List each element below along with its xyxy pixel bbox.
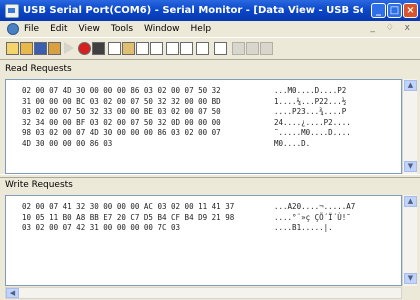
new-icon[interactable] bbox=[6, 42, 19, 55]
menu-help[interactable]: Help bbox=[191, 24, 212, 34]
read-ascii-row: 24....¿....P2.... bbox=[274, 117, 351, 127]
monitor-icon[interactable] bbox=[196, 42, 209, 55]
read-hex-row: 02 00 07 4D 30 00 00 00 86 03 02 00 07 5… bbox=[22, 86, 221, 95]
toolbar bbox=[0, 37, 420, 60]
write-ascii-row: ...A20....¬.....A7 bbox=[274, 202, 356, 211]
save-icon[interactable] bbox=[34, 42, 47, 55]
tool-c-icon[interactable] bbox=[260, 42, 273, 55]
settings-icon[interactable] bbox=[48, 42, 61, 55]
read-vertical-scrollbar[interactable]: ▲ ▼ bbox=[402, 79, 417, 174]
read-hex-row: 31 00 00 00 BC 03 02 00 07 50 32 32 00 0… bbox=[22, 96, 221, 106]
document-icon[interactable] bbox=[7, 23, 19, 35]
read-ascii-row: ....P23...¾....P bbox=[274, 107, 347, 116]
menu-edit[interactable]: Edit bbox=[50, 24, 67, 34]
paste-icon[interactable] bbox=[122, 42, 135, 55]
tool-a-icon[interactable] bbox=[232, 42, 245, 55]
minimize-button[interactable]: _ bbox=[371, 3, 386, 18]
title-bar[interactable]: USB Serial Port(COM6) - Serial Monitor -… bbox=[0, 0, 420, 21]
read-requests-view[interactable]: 02 00 07 4D 30 00 00 00 86 03 02 00 07 5… bbox=[5, 79, 402, 174]
read-hex-row: 4D 30 00 00 00 86 03 bbox=[22, 138, 113, 148]
read-requests-label: Read Requests bbox=[0, 62, 420, 77]
app-icon[interactable] bbox=[5, 3, 19, 18]
maximize-button[interactable]: □ bbox=[387, 3, 402, 18]
scroll-down-arrow-icon[interactable]: ▼ bbox=[404, 273, 417, 284]
write-ascii-row: ....°¨»ç ÇÕ´Ï´Ù!˜ bbox=[274, 212, 351, 222]
play-icon[interactable] bbox=[64, 42, 74, 54]
copy-icon[interactable] bbox=[108, 42, 121, 55]
close-button[interactable]: × bbox=[403, 3, 418, 18]
read-ascii-row: ˜.....M0....D.... bbox=[274, 128, 351, 137]
scroll-down-arrow-icon[interactable]: ▼ bbox=[404, 161, 417, 172]
read-ascii-row: ...M0....D....P2 bbox=[274, 86, 347, 95]
view-icon[interactable] bbox=[166, 42, 179, 55]
horizontal-scrollbar[interactable]: ◀ bbox=[5, 287, 402, 299]
read-hex-row: 03 02 00 07 50 32 33 00 00 BE 03 02 00 0… bbox=[22, 107, 221, 116]
scroll-left-arrow-icon[interactable]: ◀ bbox=[6, 288, 19, 298]
read-ascii-row: 1....¼...P22...½ bbox=[274, 96, 347, 106]
write-hex-row: 03 02 00 07 42 31 00 00 00 00 7C 03 bbox=[22, 223, 181, 232]
find-icon[interactable] bbox=[136, 42, 149, 55]
open-icon[interactable] bbox=[20, 42, 33, 55]
window-title: USB Serial Port(COM6) - Serial Monitor -… bbox=[23, 5, 363, 16]
filter-icon[interactable] bbox=[150, 42, 163, 55]
chat-icon[interactable] bbox=[214, 42, 227, 55]
menu-tools[interactable]: Tools bbox=[111, 24, 133, 34]
scroll-up-arrow-icon[interactable]: ▲ bbox=[404, 196, 417, 207]
write-ascii-row: ....B1.....|. bbox=[274, 223, 333, 232]
record-icon[interactable] bbox=[78, 42, 91, 55]
read-hex-row: 98 03 02 00 07 4D 30 00 00 00 86 03 02 0… bbox=[22, 128, 221, 137]
read-hex-row: 32 34 00 00 BF 03 02 00 07 50 32 0D 00 0… bbox=[22, 117, 221, 127]
write-vertical-scrollbar[interactable]: ▲ ▼ bbox=[402, 195, 417, 286]
menu-view[interactable]: View bbox=[79, 24, 100, 34]
write-requests-view[interactable]: 02 00 07 41 32 30 00 00 00 AC 03 02 00 1… bbox=[5, 195, 402, 286]
log-icon[interactable] bbox=[180, 42, 193, 55]
menu-file[interactable]: File bbox=[24, 24, 39, 34]
scroll-up-arrow-icon[interactable]: ▲ bbox=[404, 80, 417, 91]
menu-window[interactable]: Window bbox=[144, 24, 180, 34]
read-ascii-row: M0....D. bbox=[274, 138, 311, 148]
stop-icon[interactable] bbox=[92, 42, 105, 55]
tool-b-icon[interactable] bbox=[246, 42, 259, 55]
write-hex-row: 10 05 11 B0 A8 BB E7 20 C7 D5 B4 CF B4 D… bbox=[22, 212, 235, 222]
write-requests-label: Write Requests bbox=[0, 178, 420, 193]
write-hex-row: 02 00 07 41 32 30 00 00 00 AC 03 02 00 1… bbox=[22, 202, 235, 211]
menu-bar: File Edit View Tools Window Help _ ♢ x bbox=[0, 21, 420, 37]
mdi-window-controls[interactable]: _ ♢ x bbox=[370, 23, 414, 33]
